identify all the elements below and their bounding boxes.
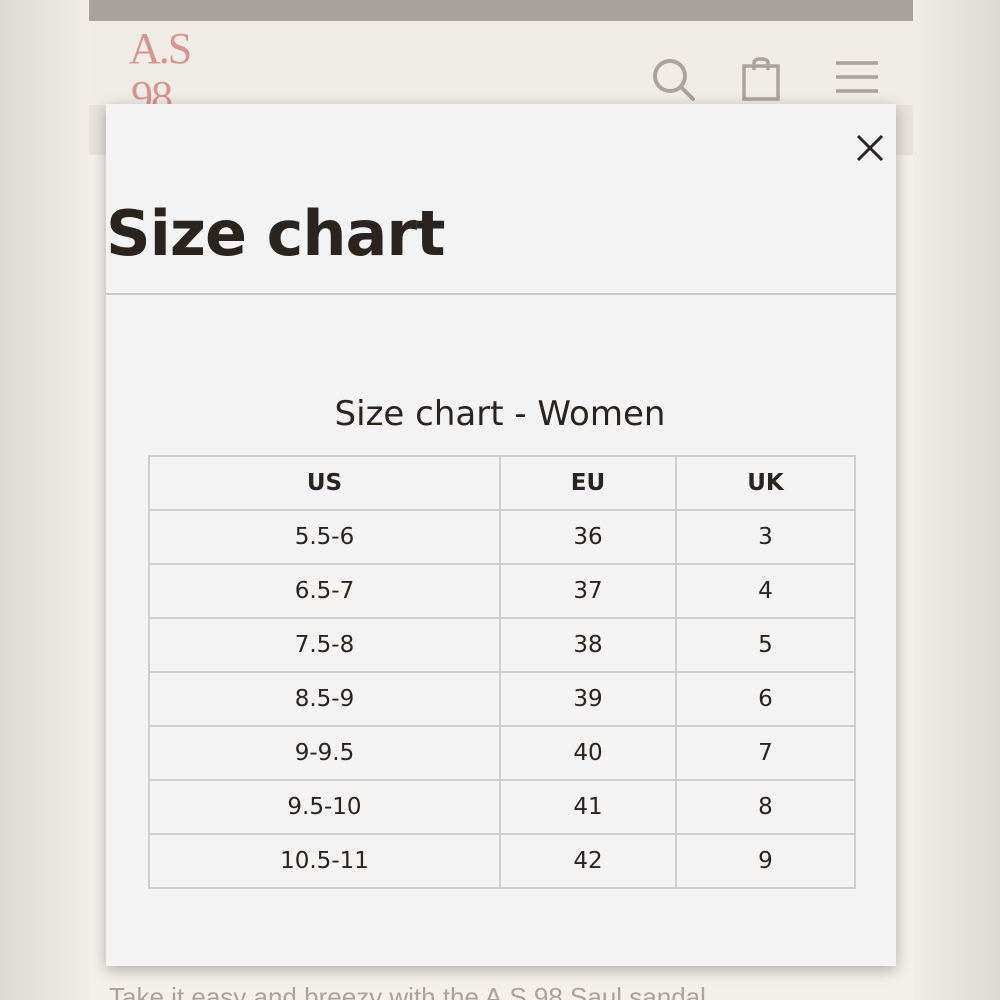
site-header: A.S. 98 (89, 21, 913, 105)
cell-uk: 8 (675, 779, 856, 835)
column-header-uk: UK (675, 455, 856, 511)
cell-uk: 9 (675, 833, 856, 889)
cell-eu: 38 (499, 617, 677, 673)
menu-icon[interactable] (834, 57, 880, 101)
table-row: 9-9.5 40 7 (148, 725, 856, 781)
modal-title: Size chart (106, 197, 446, 270)
close-icon[interactable] (854, 132, 886, 164)
shopping-bag-icon[interactable] (742, 57, 782, 105)
table-row: 7.5-8 38 5 (148, 617, 856, 673)
table-row: 6.5-7 37 4 (148, 563, 856, 619)
logo-line2: 98 (131, 72, 173, 106)
cell-us: 5.5-6 (148, 509, 501, 565)
table-title: Size chart - Women (334, 394, 666, 434)
cell-uk: 5 (675, 617, 856, 673)
size-table: US EU UK 5.5-6 36 3 6.5-7 37 4 7.5-8 38 … (148, 455, 856, 889)
column-header-eu: EU (499, 455, 677, 511)
cell-us: 9-9.5 (148, 725, 501, 781)
cell-us: 9.5-10 (148, 779, 501, 835)
cell-uk: 4 (675, 563, 856, 619)
table-row: 5.5-6 36 3 (148, 509, 856, 565)
top-bar (89, 0, 913, 21)
table-row: 8.5-9 39 6 (148, 671, 856, 727)
search-icon[interactable] (651, 57, 697, 105)
cell-uk: 6 (675, 671, 856, 727)
logo-line1: A.S. (129, 25, 193, 73)
cell-eu: 40 (499, 725, 677, 781)
column-header-us: US (148, 455, 501, 511)
table-header-row: US EU UK (148, 455, 856, 511)
table-row: 9.5-10 41 8 (148, 779, 856, 835)
cell-us: 8.5-9 (148, 671, 501, 727)
table-row: 10.5-11 42 9 (148, 833, 856, 889)
cell-us: 10.5-11 (148, 833, 501, 889)
cell-us: 6.5-7 (148, 563, 501, 619)
product-description: Take it easy and breezy with the A.S.98 … (109, 982, 706, 1000)
cell-eu: 42 (499, 833, 677, 889)
cell-uk: 3 (675, 509, 856, 565)
cell-eu: 39 (499, 671, 677, 727)
cell-eu: 41 (499, 779, 677, 835)
cell-eu: 37 (499, 563, 677, 619)
divider (106, 293, 896, 295)
cell-eu: 36 (499, 509, 677, 565)
site-logo[interactable]: A.S. 98 (129, 25, 193, 106)
cell-us: 7.5-8 (148, 617, 501, 673)
size-chart-modal: Size chart Size chart - Women US EU UK 5… (106, 104, 896, 966)
cell-uk: 7 (675, 725, 856, 781)
